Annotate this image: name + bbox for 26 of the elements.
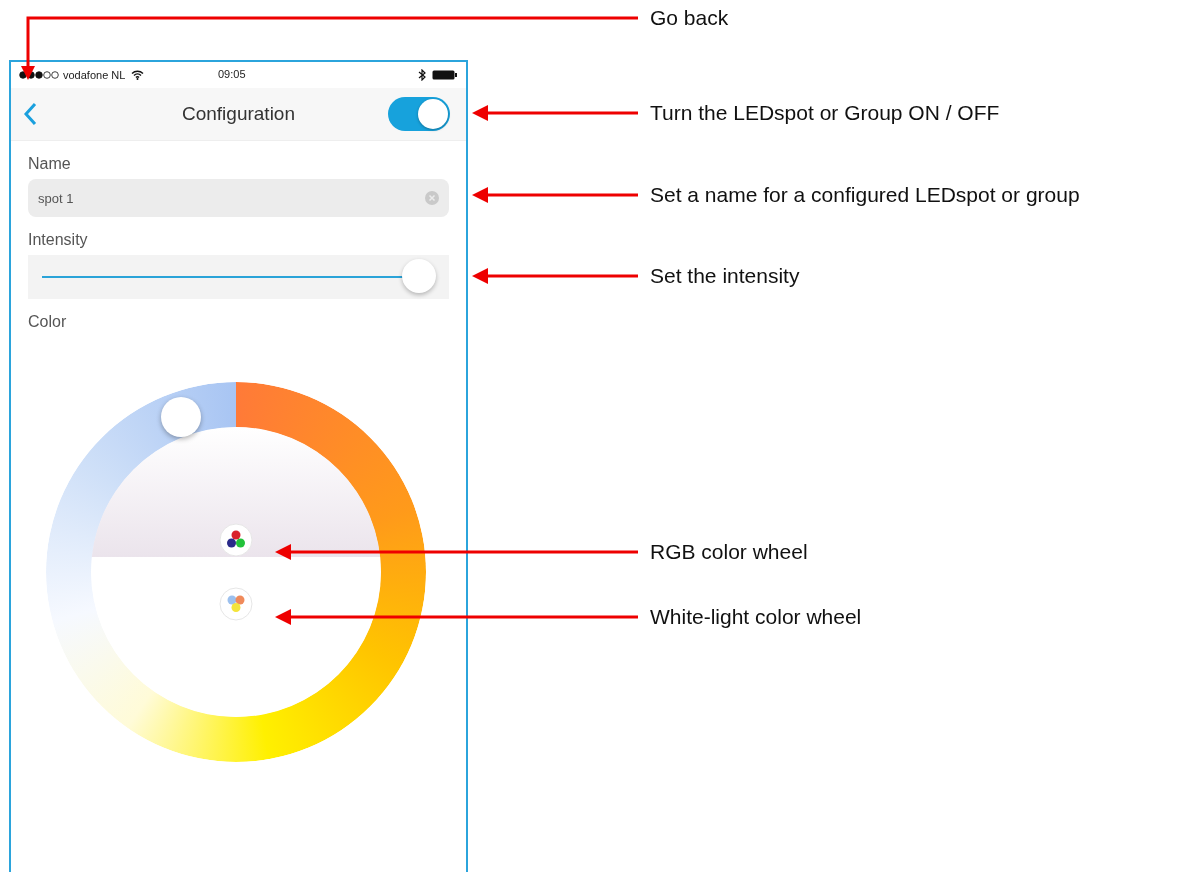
intensity-slider[interactable] (28, 255, 449, 299)
callout-text: RGB color wheel (650, 539, 808, 565)
slider-thumb[interactable] (402, 259, 437, 293)
callout-text: Set a name for a configured LEDspot or group (650, 182, 1080, 208)
power-toggle[interactable] (388, 97, 450, 131)
callout-text: White-light color wheel (650, 604, 862, 630)
callout-text: Go back (650, 5, 729, 31)
name-input-field[interactable]: spot 1 (28, 179, 449, 217)
field-label: Name (28, 155, 71, 172)
chevron-left-icon (23, 102, 37, 126)
callout-text: Set the intensity (650, 263, 800, 289)
battery-icon (432, 70, 458, 80)
three-dots-icon (219, 587, 253, 621)
back-button[interactable] (21, 100, 39, 128)
callout-text: Turn the LEDspot or Group ON / OFF (650, 100, 1000, 126)
clock-time: 09:05 (218, 68, 246, 80)
clear-icon[interactable] (425, 191, 439, 205)
rgb-mode-button[interactable] (219, 523, 253, 557)
bluetooth-icon (418, 69, 426, 81)
screen-title: Configuration (182, 103, 295, 124)
signal-dots-icon (19, 71, 59, 79)
carrier-name: vodafone NL (63, 69, 126, 81)
field-label: Color (28, 313, 67, 330)
light-mode-button[interactable] (219, 587, 253, 621)
wifi-icon (131, 70, 145, 80)
field-label: Intensity (28, 231, 88, 248)
